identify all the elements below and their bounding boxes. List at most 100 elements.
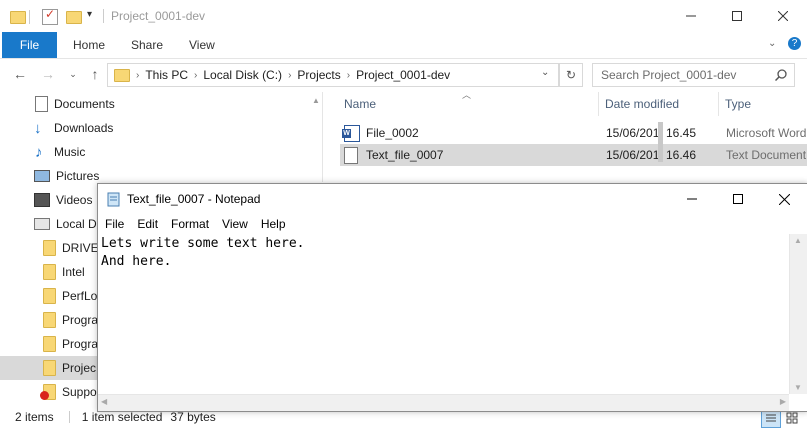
window-title: Project_0001-dev [111, 9, 206, 23]
pane-divider[interactable] [322, 92, 323, 182]
file-time: 16.46 [666, 148, 697, 162]
expand-ribbon-icon[interactable]: ⌄ [768, 38, 776, 49]
notepad-title-bar[interactable]: Text_file_0007 - Notepad [98, 184, 807, 214]
videos-icon [34, 193, 50, 207]
column-divider[interactable] [718, 92, 719, 116]
divider [29, 10, 30, 24]
tab-home[interactable]: Home [73, 32, 105, 58]
column-resize-handle[interactable] [658, 122, 663, 162]
nav-item-music[interactable]: ♪ Music [0, 140, 322, 164]
column-header-type[interactable]: Type [725, 92, 751, 116]
chevron-right-icon: › [136, 69, 140, 81]
column-divider[interactable] [598, 92, 599, 116]
file-row-selected[interactable]: Text_file_0007 15/06/201 16.46 Text Docu… [340, 144, 807, 166]
close-icon [778, 193, 790, 205]
downloads-icon: ↓ [34, 119, 42, 137]
ribbon-bar [0, 32, 807, 59]
file-type: Microsoft Word [726, 126, 807, 140]
status-item-count: 2 items [15, 410, 54, 424]
properties-icon[interactable]: ✓ [42, 7, 58, 25]
close-button[interactable] [760, 0, 806, 32]
folder-icon [43, 288, 56, 304]
file-date: 15/06/201 [606, 126, 660, 140]
word-doc-icon: W [342, 124, 360, 142]
folder-icon [43, 312, 56, 328]
music-icon: ♪ [35, 143, 43, 161]
file-date: 15/06/201 [606, 148, 660, 162]
recent-locations-button[interactable]: ⌄ [63, 64, 83, 84]
notepad-maximize-button[interactable] [715, 184, 761, 214]
file-time: 16.45 [666, 126, 697, 140]
file-name: Text_file_0007 [366, 148, 444, 162]
notepad-icon [107, 192, 120, 207]
notepad-text-area[interactable]: Lets write some text here. And here. [101, 235, 791, 271]
chevron-right-icon[interactable]: › [347, 70, 350, 81]
horizontal-scrollbar[interactable]: ◀ ▶ [98, 394, 789, 411]
chevron-right-icon[interactable]: › [194, 70, 197, 81]
maximize-button[interactable] [714, 0, 760, 32]
minimize-icon [686, 15, 696, 17]
folder-icon [43, 336, 56, 352]
divider [103, 9, 104, 23]
notepad-menu-bar: File Edit Format View Help [98, 214, 807, 234]
status-size: 37 bytes [170, 410, 216, 424]
minimize-button[interactable] [668, 0, 714, 32]
tab-file[interactable]: File [2, 32, 57, 58]
nav-item-downloads[interactable]: ↓ Downloads [0, 116, 322, 140]
documents-icon [35, 96, 48, 112]
new-folder-icon[interactable] [66, 11, 82, 24]
scroll-down-icon[interactable]: ▼ [794, 383, 802, 392]
menu-format[interactable]: Format [171, 217, 209, 231]
scroll-right-icon[interactable]: ▶ [780, 397, 786, 406]
chevron-right-icon[interactable]: › [288, 70, 291, 81]
folder-icon [43, 360, 56, 376]
close-icon [778, 11, 788, 21]
search-input[interactable]: Search Project_0001-dev [592, 63, 795, 87]
back-button[interactable]: ← [10, 64, 30, 84]
refresh-button[interactable]: ↻ [559, 63, 583, 87]
menu-edit[interactable]: Edit [137, 217, 158, 231]
scroll-left-icon[interactable]: ◀ [101, 397, 107, 406]
menu-view[interactable]: View [222, 217, 248, 231]
status-selected: 1 item selected [81, 410, 163, 424]
breadcrumb-this-pc[interactable]: This PC [145, 68, 188, 82]
folder-icon [43, 240, 56, 256]
file-type: Text Document [726, 148, 807, 162]
scroll-up-icon[interactable]: ▲ [312, 96, 320, 105]
details-view-icon [766, 414, 776, 422]
column-header-date[interactable]: Date modified [605, 92, 679, 116]
address-dropdown-icon[interactable]: ⌄ [541, 67, 549, 78]
menu-help[interactable]: Help [261, 217, 286, 231]
address-bar[interactable]: › This PC › Local Disk (C:) › Projects ›… [107, 63, 559, 87]
folder-icon [114, 68, 130, 82]
tab-view[interactable]: View [189, 32, 215, 58]
folder-error-icon [40, 384, 56, 400]
pictures-icon [34, 170, 50, 182]
scroll-up-icon[interactable]: ▲ [794, 236, 802, 245]
notepad-title: Text_file_0007 - Notepad [127, 192, 261, 206]
help-icon[interactable]: ? [788, 37, 801, 50]
tab-share[interactable]: Share [131, 32, 163, 58]
drive-icon [34, 218, 50, 230]
minimize-icon [687, 198, 697, 200]
up-button[interactable]: ↑ [85, 64, 105, 84]
breadcrumb-current-folder[interactable]: Project_0001-dev [356, 68, 450, 82]
search-placeholder: Search Project_0001-dev [601, 68, 737, 82]
vertical-scrollbar[interactable]: ▲ ▼ [789, 234, 807, 394]
maximize-icon [732, 11, 742, 21]
file-row[interactable]: W File_0002 15/06/201 16.45 Microsoft Wo… [340, 122, 807, 144]
breadcrumb-projects[interactable]: Projects [297, 68, 340, 82]
nav-item-documents[interactable]: Documents [0, 92, 322, 116]
column-header-name[interactable]: Name [344, 92, 376, 116]
search-icon [775, 69, 787, 81]
file-name: File_0002 [366, 126, 419, 140]
explorer-title-bar: ✓ ▾ Project_0001-dev [0, 0, 807, 32]
forward-button[interactable]: → [38, 64, 58, 84]
maximize-icon [733, 194, 743, 204]
divider [68, 411, 70, 423]
notepad-minimize-button[interactable] [669, 184, 715, 214]
menu-file[interactable]: File [105, 217, 124, 231]
customize-toolbar-icon[interactable]: ▾ [87, 9, 92, 20]
breadcrumb-local-disk[interactable]: Local Disk (C:) [203, 68, 282, 82]
notepad-close-button[interactable] [761, 184, 807, 214]
